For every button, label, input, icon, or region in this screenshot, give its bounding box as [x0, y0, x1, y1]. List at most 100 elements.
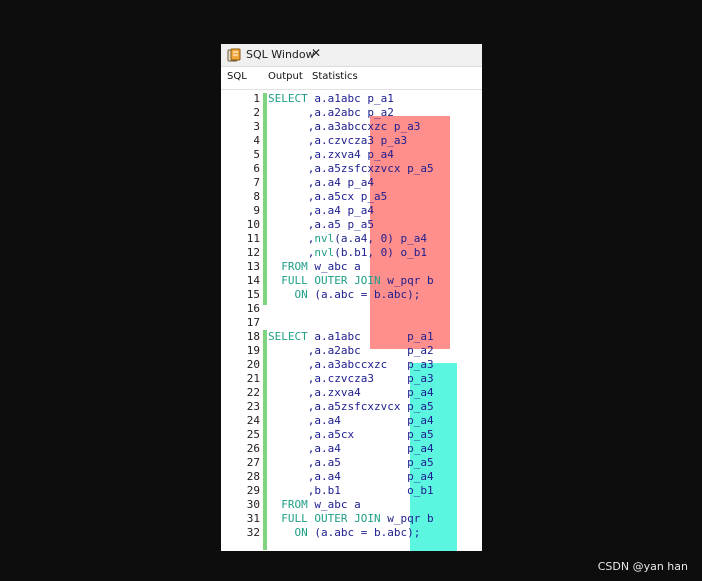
code-line[interactable]: 32 ON (a.abc = b.abc);: [221, 526, 482, 540]
code-text: ,a.a5cx p_a5: [268, 428, 434, 441]
code-line[interactable]: 4 ,a.czvcza3 p_a3: [221, 134, 482, 148]
sql-window-icon: [227, 47, 241, 62]
line-number: 28: [246, 470, 260, 483]
line-number: 11: [246, 232, 260, 245]
code-line[interactable]: 9 ,a.a4 p_a4: [221, 204, 482, 218]
code-text: ,a.a4 p_a4: [268, 442, 434, 455]
code-line[interactable]: 22 ,a.zxva4 p_a4: [221, 386, 482, 400]
line-number: 7: [253, 176, 260, 189]
code-text: SELECT a.a1abc p_a1: [268, 92, 394, 105]
window-tab-header[interactable]: SQL Window ✕: [221, 44, 482, 67]
code-line[interactable]: 17: [221, 316, 482, 330]
code-text: ,a.a5zsfcxzvcx p_a5: [268, 162, 434, 175]
line-number: 3: [253, 120, 260, 133]
code-text: FULL OUTER JOIN w_pqr b: [281, 512, 434, 525]
code-text: ,a.czvcza3 p_a3: [268, 372, 434, 385]
line-number: 16: [246, 302, 260, 315]
code-line[interactable]: 12 ,nvl(b.b1, 0) o_b1: [221, 246, 482, 260]
code-text: ,a.a5 p_a5: [268, 456, 434, 469]
code-line[interactable]: 20 ,a.a3abccxzc p_a3: [221, 358, 482, 372]
line-number: 2: [253, 106, 260, 119]
code-line[interactable]: 7 ,a.a4 p_a4: [221, 176, 482, 190]
line-number: 12: [246, 246, 260, 259]
code-line[interactable]: 13 FROM w_abc a: [221, 260, 482, 274]
code-line[interactable]: 23 ,a.a5zsfcxzvcx p_a5: [221, 400, 482, 414]
line-number: 8: [253, 190, 260, 203]
code-line[interactable]: 19 ,a.a2abc p_a2: [221, 344, 482, 358]
code-text: ON (a.abc = b.abc);: [294, 526, 421, 539]
code-text: ,b.b1 o_b1: [268, 484, 434, 497]
code-text: FROM w_abc a: [281, 260, 361, 273]
line-number: 6: [253, 162, 260, 175]
tab-statistics[interactable]: Statistics: [312, 71, 358, 82]
watermark: CSDN @yan han: [597, 560, 688, 573]
code-line[interactable]: 26 ,a.a4 p_a4: [221, 442, 482, 456]
code-line[interactable]: 30 FROM w_abc a: [221, 498, 482, 512]
line-number: 25: [246, 428, 260, 441]
code-line[interactable]: 29 ,b.b1 o_b1: [221, 484, 482, 498]
code-text: FULL OUTER JOIN w_pqr b: [281, 274, 434, 287]
line-number: 20: [246, 358, 260, 371]
code-text: ,a.a2abc p_a2: [268, 106, 394, 119]
code-text: ,a.a2abc p_a2: [268, 344, 434, 357]
line-number: 24: [246, 414, 260, 427]
close-icon[interactable]: ✕: [311, 46, 321, 60]
code-line[interactable]: 16: [221, 302, 482, 316]
window-title: SQL Window: [246, 48, 315, 61]
code-line[interactable]: 28 ,a.a4 p_a4: [221, 470, 482, 484]
code-line[interactable]: 11 ,nvl(a.a4, 0) p_a4: [221, 232, 482, 246]
code-line[interactable]: 3 ,a.a3abccxzc p_a3: [221, 120, 482, 134]
code-line[interactable]: 21 ,a.czvcza3 p_a3: [221, 372, 482, 386]
editor-tab-bar: SQL Output Statistics: [221, 67, 482, 90]
tab-sql[interactable]: SQL: [227, 71, 247, 84]
tab-output[interactable]: Output: [268, 71, 303, 82]
line-number: 4: [253, 134, 260, 147]
code-text: FROM w_abc a: [281, 498, 361, 511]
code-text: ON (a.abc = b.abc);: [294, 288, 421, 301]
line-number: 32: [246, 526, 260, 539]
line-number: 9: [253, 204, 260, 217]
code-text: ,a.czvcza3 p_a3: [268, 134, 408, 147]
code-text: ,nvl(b.b1, 0) o_b1: [268, 246, 427, 259]
sql-window: SQL Window ✕ SQL Output Statistics 1 SELE…: [221, 44, 482, 551]
code-line[interactable]: 27 ,a.a5 p_a5: [221, 456, 482, 470]
code-line[interactable]: 8 ,a.a5cx p_a5: [221, 190, 482, 204]
code-text: ,a.a5zsfcxzvcx p_a5: [268, 400, 434, 413]
code-line[interactable]: 1 SELECT a.a1abc p_a1: [221, 92, 482, 106]
line-number: 1: [253, 92, 260, 105]
code-line[interactable]: 24 ,a.a4 p_a4: [221, 414, 482, 428]
code-text: ,a.zxva4 p_a4: [268, 386, 434, 399]
code-text: ,a.a3abccxzc p_a3: [268, 120, 421, 133]
line-number: 29: [246, 484, 260, 497]
code-line[interactable]: 18 SELECT a.a1abc p_a1: [221, 330, 482, 344]
line-number: 13: [246, 260, 260, 273]
code-line[interactable]: 31 FULL OUTER JOIN w_pqr b: [221, 512, 482, 526]
code-text: ,a.a5 p_a5: [268, 218, 374, 231]
line-number: 31: [246, 512, 260, 525]
code-line[interactable]: 25 ,a.a5cx p_a5: [221, 428, 482, 442]
code-line[interactable]: 10 ,a.a5 p_a5: [221, 218, 482, 232]
code-text: ,a.a4 p_a4: [268, 176, 374, 189]
code-text: ,a.zxva4 p_a4: [268, 148, 394, 161]
sql-editor[interactable]: 1 SELECT a.a1abc p_a1 2 ,a.a2abc p_a2 3 ,a.…: [221, 90, 482, 551]
code-line[interactable]: 5 ,a.zxva4 p_a4: [221, 148, 482, 162]
code-line[interactable]: 14 FULL OUTER JOIN w_pqr b: [221, 274, 482, 288]
code-text: ,a.a3abccxzc p_a3: [268, 358, 434, 371]
line-number: 30: [246, 498, 260, 511]
line-number: 18: [246, 330, 260, 343]
code-text: ,a.a4 p_a4: [268, 414, 434, 427]
code-text: ,a.a4 p_a4: [268, 470, 434, 483]
code-line[interactable]: 6 ,a.a5zsfcxzvcx p_a5: [221, 162, 482, 176]
line-number: 10: [246, 218, 260, 231]
line-number: 14: [246, 274, 260, 287]
code-text: SELECT a.a1abc p_a1: [268, 330, 434, 343]
line-number: 27: [246, 456, 260, 469]
line-number: 23: [246, 400, 260, 413]
line-number: 15: [246, 288, 260, 301]
line-number: 21: [246, 372, 260, 385]
line-number: 26: [246, 442, 260, 455]
code-text: ,nvl(a.a4, 0) p_a4: [268, 232, 427, 245]
code-line[interactable]: 15 ON (a.abc = b.abc);: [221, 288, 482, 302]
code-line[interactable]: 2 ,a.a2abc p_a2: [221, 106, 482, 120]
line-number: 5: [253, 148, 260, 161]
